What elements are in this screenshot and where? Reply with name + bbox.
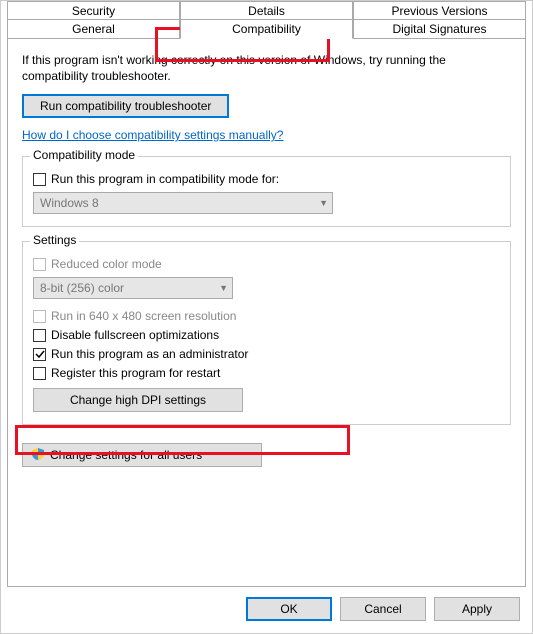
- compatibility-mode-group: Compatibility mode Run this program in c…: [22, 156, 511, 227]
- tab-panel-compatibility: If this program isn't working correctly …: [7, 38, 526, 587]
- properties-dialog: Security Details Previous Versions Gener…: [0, 0, 533, 634]
- register-restart-label: Register this program for restart: [51, 366, 220, 380]
- run-troubleshooter-button[interactable]: Run compatibility troubleshooter: [22, 94, 229, 118]
- tab-compatibility[interactable]: Compatibility: [180, 19, 353, 39]
- intro-text: If this program isn't working correctly …: [22, 53, 511, 84]
- tab-details[interactable]: Details: [180, 1, 353, 20]
- tab-security[interactable]: Security: [7, 1, 180, 20]
- check-icon: [35, 349, 45, 359]
- shield-icon: [31, 447, 45, 461]
- change-all-users-label: Change settings for all users: [50, 448, 202, 462]
- register-restart-checkbox[interactable]: [33, 367, 46, 380]
- compat-mode-label: Run this program in compatibility mode f…: [51, 172, 279, 186]
- compat-os-value: Windows 8: [40, 196, 99, 210]
- chevron-down-icon: ▼: [319, 198, 328, 208]
- group-title-settings: Settings: [30, 233, 79, 247]
- tab-strip: Security Details Previous Versions Gener…: [1, 1, 532, 39]
- manual-settings-link[interactable]: How do I choose compatibility settings m…: [22, 128, 283, 142]
- ok-button[interactable]: OK: [246, 597, 332, 621]
- run-as-admin-label: Run this program as an administrator: [51, 347, 248, 361]
- change-high-dpi-button[interactable]: Change high DPI settings: [33, 388, 243, 412]
- tab-digital-signatures[interactable]: Digital Signatures: [353, 19, 526, 39]
- run-as-admin-checkbox[interactable]: [33, 348, 46, 361]
- group-title-compat: Compatibility mode: [30, 148, 138, 162]
- dialog-footer: OK Cancel Apply: [1, 587, 532, 633]
- chevron-down-icon: ▼: [219, 283, 228, 293]
- color-depth-value: 8-bit (256) color: [40, 281, 124, 295]
- tab-general[interactable]: General: [7, 19, 180, 39]
- disable-fullscreen-label: Disable fullscreen optimizations: [51, 328, 219, 342]
- apply-button[interactable]: Apply: [434, 597, 520, 621]
- run-640-checkbox: [33, 310, 46, 323]
- color-depth-combobox: 8-bit (256) color ▼: [33, 277, 233, 299]
- change-all-users-button[interactable]: Change settings for all users: [22, 443, 262, 467]
- run-640-label: Run in 640 x 480 screen resolution: [51, 309, 236, 323]
- cancel-button[interactable]: Cancel: [340, 597, 426, 621]
- reduced-color-checkbox: [33, 258, 46, 271]
- disable-fullscreen-checkbox[interactable]: [33, 329, 46, 342]
- settings-group: Settings Reduced color mode 8-bit (256) …: [22, 241, 511, 425]
- tab-previous-versions[interactable]: Previous Versions: [353, 1, 526, 20]
- compat-mode-checkbox[interactable]: [33, 173, 46, 186]
- compat-os-combobox[interactable]: Windows 8 ▼: [33, 192, 333, 214]
- reduced-color-label: Reduced color mode: [51, 257, 162, 271]
